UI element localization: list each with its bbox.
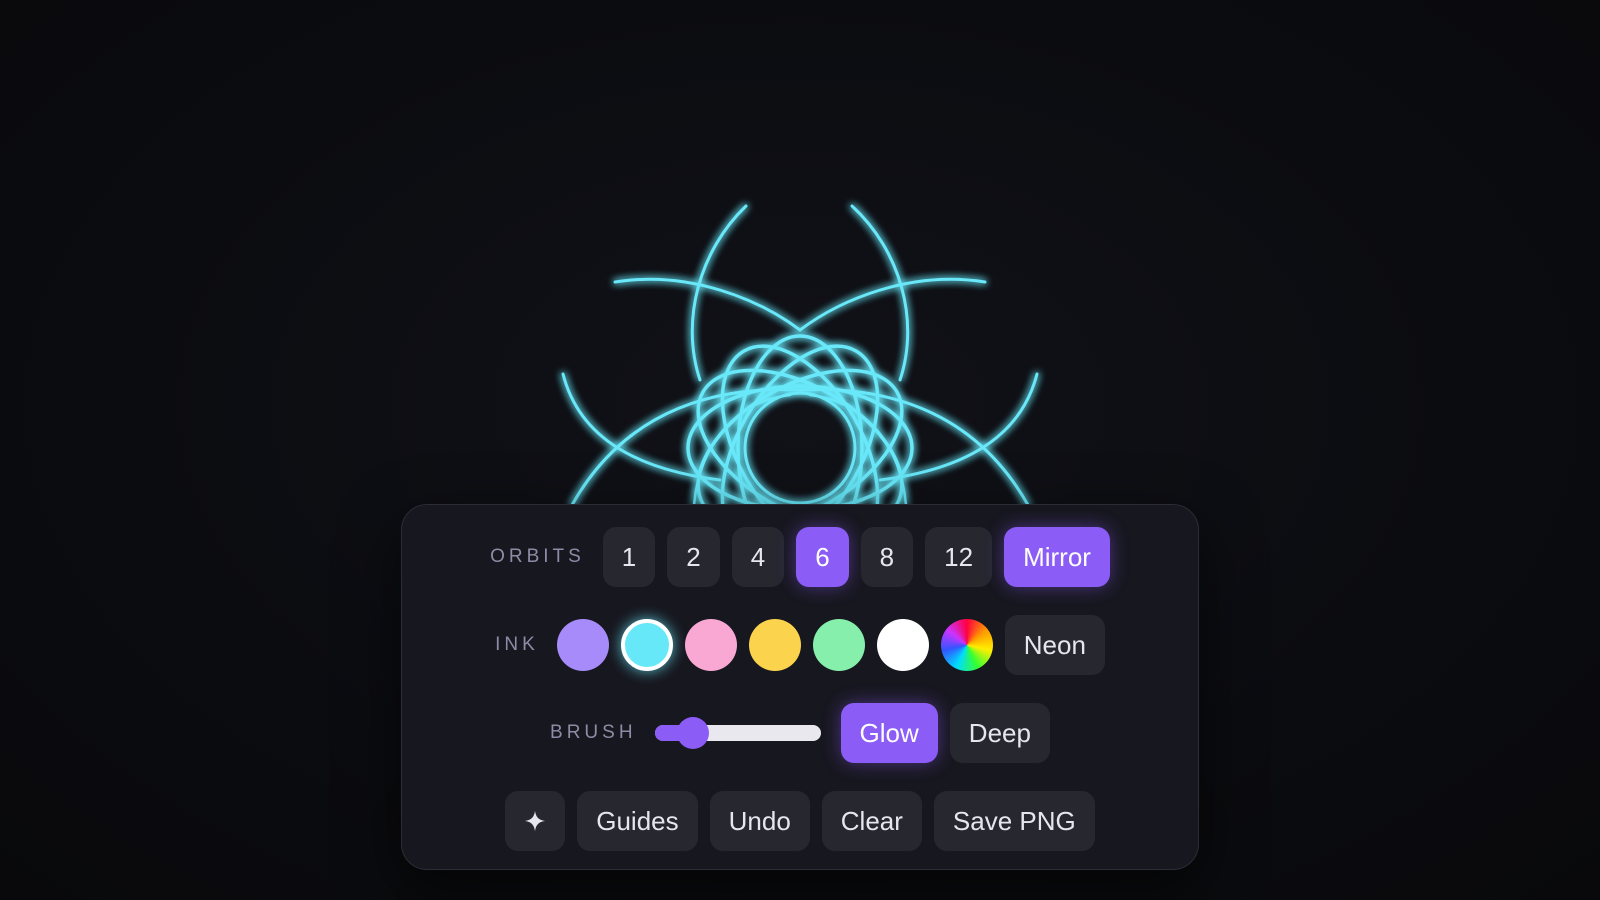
- save-png-button[interactable]: Save PNG: [933, 791, 1095, 851]
- orbit-option-12[interactable]: 12: [925, 527, 993, 587]
- orbits-row: ORBITS 1 2 4 6 8 12 Mirror: [402, 527, 1198, 587]
- outer-arc: [613, 277, 802, 332]
- ink-label: INK: [495, 634, 539, 655]
- orbit-option-6[interactable]: 6: [796, 527, 849, 587]
- ink-swatch-yellow[interactable]: [748, 619, 801, 671]
- guides-button[interactable]: Guides: [577, 791, 698, 851]
- undo-button[interactable]: Undo: [709, 791, 810, 851]
- canvas-background[interactable]: ORBITS 1 2 4 6 8 12 Mirror INK Neon BRUS…: [0, 0, 1600, 900]
- brush-size-slider[interactable]: [654, 717, 821, 749]
- ink-swatch-cyan[interactable]: [620, 619, 673, 671]
- brush-slider-thumb[interactable]: [676, 717, 709, 749]
- mirror-toggle-button[interactable]: Mirror: [1004, 527, 1110, 587]
- actions-row: Guides Undo Clear Save PNG: [402, 791, 1198, 851]
- center-ring: [743, 391, 857, 505]
- brush-label: BRUSH: [550, 722, 637, 743]
- ink-swatch-lavender[interactable]: [556, 619, 609, 671]
- glow-toggle-button[interactable]: Glow: [840, 703, 938, 763]
- clear-button[interactable]: Clear: [821, 791, 922, 851]
- orbit-option-4[interactable]: 4: [731, 527, 785, 587]
- orbit-option-2[interactable]: 2: [667, 527, 720, 587]
- ink-swatch-green[interactable]: [812, 619, 865, 671]
- brush-row: BRUSH Glow Deep: [402, 703, 1198, 763]
- orbit-option-8[interactable]: 8: [860, 527, 914, 587]
- toolbar-panel: ORBITS 1 2 4 6 8 12 Mirror INK Neon BRUS…: [401, 504, 1199, 870]
- ink-swatch-rainbow[interactable]: [940, 619, 993, 671]
- orbits-label: ORBITS: [490, 546, 585, 567]
- deep-button[interactable]: Deep: [949, 703, 1050, 763]
- outer-arc: [798, 277, 987, 332]
- ink-swatch-white[interactable]: [876, 619, 929, 671]
- sparkle-button[interactable]: [505, 791, 566, 851]
- sparkle-icon: [525, 810, 546, 832]
- ink-row: INK Neon: [402, 615, 1198, 675]
- neon-button[interactable]: Neon: [1004, 615, 1105, 675]
- orbit-option-1[interactable]: 1: [602, 527, 656, 587]
- ink-swatch-pink[interactable]: [684, 619, 737, 671]
